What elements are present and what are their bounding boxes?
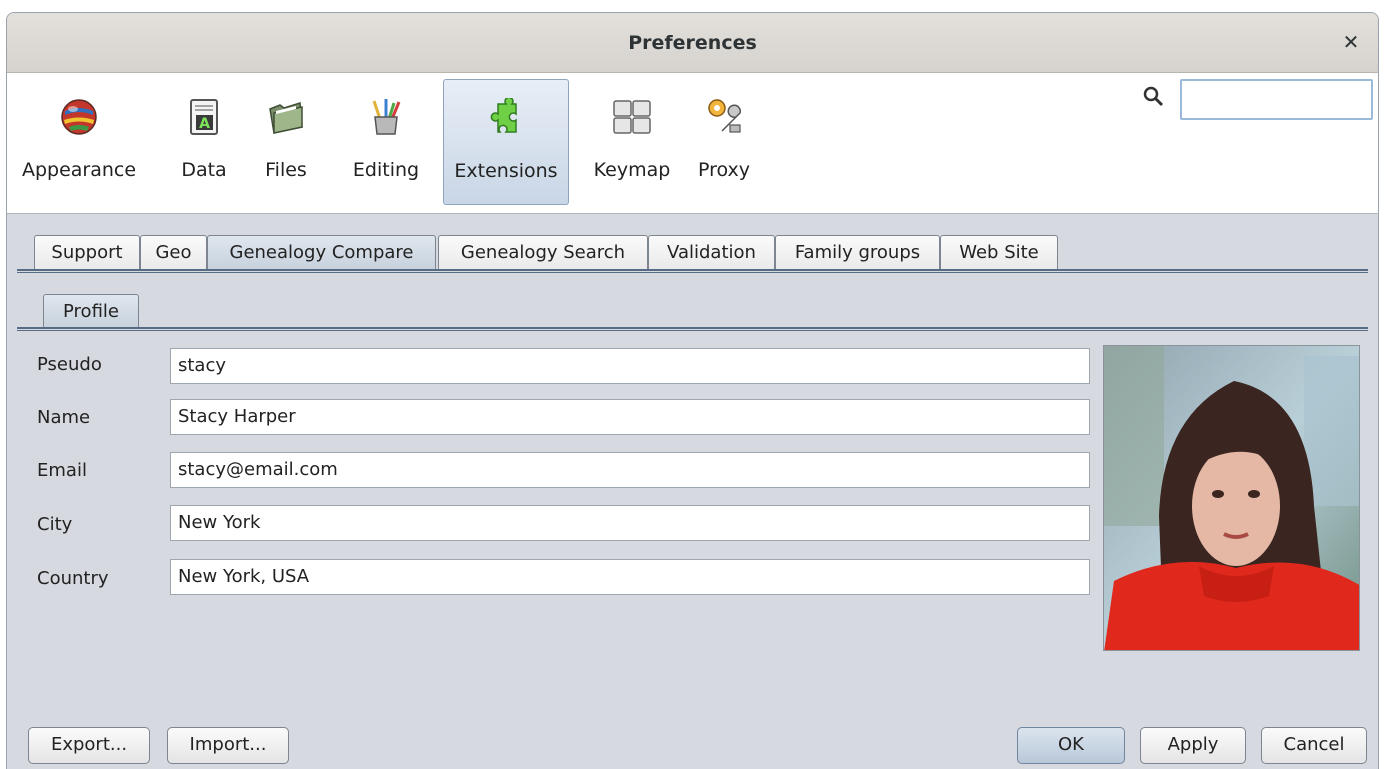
window-title: Preferences: [628, 32, 757, 54]
close-button[interactable]: ✕: [1338, 29, 1364, 55]
folder-icon: [269, 102, 303, 134]
toolbar-label: Files: [265, 159, 307, 181]
toolbar-editing[interactable]: Editing: [343, 79, 429, 205]
toolbar-label: Keymap: [593, 159, 671, 181]
toolbar-label: Appearance: [21, 159, 137, 181]
tab-validation[interactable]: Validation: [648, 235, 775, 271]
search-input[interactable]: [1180, 79, 1373, 120]
tab-bar-divider: [17, 269, 1368, 273]
toolbar-label: Extensions: [454, 160, 558, 182]
name-label: Name: [37, 407, 91, 428]
city-label: City: [37, 514, 73, 535]
import-button[interactable]: Import...: [167, 727, 289, 764]
ok-button[interactable]: OK: [1017, 727, 1125, 764]
city-field[interactable]: New York: [170, 505, 1090, 541]
pseudo-label: Pseudo: [37, 354, 102, 375]
gear-wrench-icon: [708, 99, 741, 133]
tab-genealogy-compare[interactable]: Genealogy Compare: [207, 235, 436, 271]
country-label: Country: [37, 568, 109, 589]
export-button[interactable]: Export...: [28, 727, 150, 764]
toolbar-label: Data: [181, 159, 227, 181]
category-toolbar: Appearance A Data Files Editing Extensio…: [7, 73, 1378, 214]
pseudo-field[interactable]: stacy: [170, 348, 1090, 384]
apply-button[interactable]: Apply: [1140, 727, 1246, 764]
tab-support[interactable]: Support: [34, 235, 140, 271]
cancel-button[interactable]: Cancel: [1261, 727, 1367, 764]
toolbar-appearance[interactable]: Appearance: [15, 79, 143, 205]
toolbar-keymap[interactable]: Keymap: [587, 79, 677, 205]
preferences-window: Preferences ✕ Appearance A Data Files Ed…: [6, 12, 1379, 769]
toolbar-label: Proxy: [697, 159, 751, 181]
country-field[interactable]: New York, USA: [170, 559, 1090, 595]
document-icon: A: [190, 99, 218, 135]
subtab-bar-divider: [17, 327, 1368, 331]
toolbar-proxy[interactable]: Proxy: [687, 79, 761, 205]
toolbar-data[interactable]: A Data: [171, 79, 237, 205]
tab-web-site[interactable]: Web Site: [940, 235, 1058, 271]
pencil-cup-icon: [372, 99, 401, 135]
search-icon: [1143, 86, 1164, 107]
toolbar-extensions[interactable]: Extensions: [443, 79, 569, 205]
profile-photo-image: [1104, 346, 1359, 650]
toolbar-label: Editing: [352, 159, 420, 181]
email-field[interactable]: stacy@email.com: [170, 452, 1090, 488]
globe-icon: [61, 99, 97, 135]
name-field[interactable]: Stacy Harper: [170, 399, 1090, 435]
toolbar-files[interactable]: Files: [253, 79, 319, 205]
close-icon: ✕: [1342, 30, 1360, 54]
puzzle-icon: [490, 98, 517, 133]
tab-geo[interactable]: Geo: [140, 235, 207, 271]
email-label: Email: [37, 460, 87, 481]
tab-genealogy-search[interactable]: Genealogy Search: [438, 235, 648, 271]
tab-bar: Support Geo Genealogy Compare Genealogy …: [7, 235, 1378, 273]
profile-photo[interactable]: [1103, 345, 1360, 651]
title-bar[interactable]: Preferences ✕: [7, 13, 1378, 73]
svg-text:A: A: [199, 116, 210, 132]
subtab-profile[interactable]: Profile: [43, 294, 139, 329]
keyboard-icon: [613, 100, 651, 134]
tab-family-groups[interactable]: Family groups: [775, 235, 940, 271]
